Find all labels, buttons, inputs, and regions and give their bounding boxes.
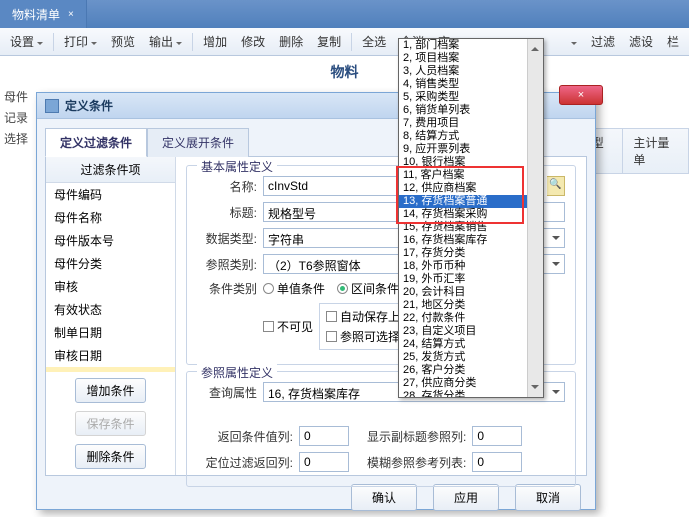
radio-single[interactable]: 单值条件 [263, 280, 325, 297]
dialog-title: 定义条件 [65, 97, 113, 114]
tb-copy[interactable]: 复制 [311, 29, 347, 54]
tab-expand-cond[interactable]: 定义展开条件 [147, 128, 249, 157]
grid-row-labels: 母件 记录 选择 [0, 82, 36, 174]
tb-filterset[interactable]: 滤设 [623, 29, 659, 54]
tb-filter[interactable]: 过滤 [585, 29, 621, 54]
tb-print[interactable]: 打印 [58, 29, 103, 54]
dropdown-item[interactable]: 23, 自定义项目 [399, 325, 543, 338]
list-item[interactable]: 审核 [46, 275, 175, 298]
dropdown-item[interactable]: 26, 客户分类 [399, 364, 543, 377]
del-cond-button[interactable]: 删除条件 [75, 444, 145, 469]
scrollbar[interactable] [527, 39, 543, 397]
tb-settings[interactable]: 设置 [4, 29, 49, 54]
fuzzy-input[interactable]: 0 [472, 452, 522, 472]
cancel-button[interactable]: 取消 [515, 484, 581, 511]
doc-label: 物料 [0, 62, 689, 82]
chk-invisible[interactable]: 不可见 [263, 318, 313, 335]
dropdown-item[interactable]: 1, 部门档案 [399, 39, 543, 52]
dropdown-item[interactable]: 2, 项目档案 [399, 52, 543, 65]
add-cond-button[interactable]: 增加条件 [75, 378, 145, 403]
dropdown-item[interactable]: 17, 存货分类 [399, 247, 543, 260]
tab-filter-cond[interactable]: 定义过滤条件 [45, 128, 147, 157]
tb-output[interactable]: 输出 [143, 29, 188, 54]
dropdown-item[interactable]: 28, 存货分类 [399, 390, 543, 398]
dropdown-item[interactable]: 4, 销售类型 [399, 78, 543, 91]
locret-input[interactable]: 0 [299, 452, 349, 472]
app-tabbar: 物料清单 × [0, 0, 689, 28]
cond-list[interactable]: 母件编码 母件名称 母件版本号 母件分类 审核 有效状态 制单日期 审核日期 规… [46, 183, 175, 372]
save-cond-button[interactable]: 保存条件 [75, 411, 145, 436]
dropdown-item[interactable]: 25, 发货方式 [399, 351, 543, 364]
ok-button[interactable]: 确认 [351, 484, 417, 511]
toolbar: 设置 打印 预览 输出 增加 修改 删除 复制 全选 全消 弃 过滤 滤设 栏 [0, 28, 689, 56]
dropdown-item[interactable]: 14, 存货档案采购 [399, 208, 543, 221]
dropdown-item[interactable]: 9, 应开票列表 [399, 143, 543, 156]
list-item[interactable]: 母件版本号 [46, 229, 175, 252]
list-item[interactable]: 有效状态 [46, 298, 175, 321]
list-item[interactable]: 母件编码 [46, 183, 175, 206]
dropdown-item[interactable]: 27, 供应商分类 [399, 377, 543, 390]
dialog-icon [45, 99, 59, 113]
dropdown-item[interactable]: 8, 结算方式 [399, 130, 543, 143]
dropdown-item[interactable]: 13, 存货档案普通 [399, 195, 543, 208]
tb-edit[interactable]: 修改 [235, 29, 271, 54]
dropdown-item[interactable]: 22, 付款条件 [399, 312, 543, 325]
tb-col[interactable]: 栏 [661, 29, 685, 54]
dropdown-item[interactable]: 16, 存货档案库存 [399, 234, 543, 247]
dialog-close-button[interactable]: × [559, 85, 603, 105]
tb-more[interactable] [562, 31, 583, 53]
tb-selall[interactable]: 全选 [356, 29, 392, 54]
col-uom[interactable]: 主计量单 [623, 129, 689, 173]
doc-tab[interactable]: 物料清单 × [0, 0, 87, 28]
dropdown-item[interactable]: 15, 存货档案销售 [399, 221, 543, 234]
dropdown-item[interactable]: 11, 客户档案 [399, 169, 543, 182]
dropdown-item[interactable]: 19, 外币汇率 [399, 273, 543, 286]
dropdown-item[interactable]: 18, 外币币种 [399, 260, 543, 273]
retval-input[interactable]: 0 [299, 426, 349, 446]
list-item[interactable]: 审核日期 [46, 344, 175, 367]
dropdown-item[interactable]: 7, 费用项目 [399, 117, 543, 130]
dropdown-item[interactable]: 21, 地区分类 [399, 299, 543, 312]
list-item[interactable]: 母件分类 [46, 252, 175, 275]
dropdown-item[interactable]: 3, 人员档案 [399, 65, 543, 78]
tab-close-icon[interactable]: × [68, 9, 74, 20]
subtitle-input[interactable]: 0 [472, 426, 522, 446]
dropdown-item[interactable]: 5, 采购类型 [399, 91, 543, 104]
dropdown-item[interactable]: 12, 供应商档案 [399, 182, 543, 195]
tab-title: 物料清单 [12, 6, 60, 23]
tb-add[interactable]: 增加 [197, 29, 233, 54]
tb-delete[interactable]: 删除 [273, 29, 309, 54]
tb-preview[interactable]: 预览 [105, 29, 141, 54]
lookup-icon[interactable]: 🔍 [547, 176, 565, 196]
list-item[interactable]: 母件名称 [46, 206, 175, 229]
cond-list-header: 过滤条件项 [46, 157, 175, 183]
dropdown-item[interactable]: 10, 银行档案 [399, 156, 543, 169]
dropdown-item[interactable]: 20, 会计科目 [399, 286, 543, 299]
ref-dropdown[interactable]: 1, 部门档案2, 项目档案3, 人员档案4, 销售类型5, 采购类型6, 销货… [398, 38, 544, 398]
dropdown-item[interactable]: 24, 结算方式 [399, 338, 543, 351]
radio-range[interactable]: 区间条件 [337, 280, 399, 297]
dropdown-item[interactable]: 6, 销货单列表 [399, 104, 543, 117]
list-item[interactable]: 制单日期 [46, 321, 175, 344]
apply-button[interactable]: 应用 [433, 484, 499, 511]
